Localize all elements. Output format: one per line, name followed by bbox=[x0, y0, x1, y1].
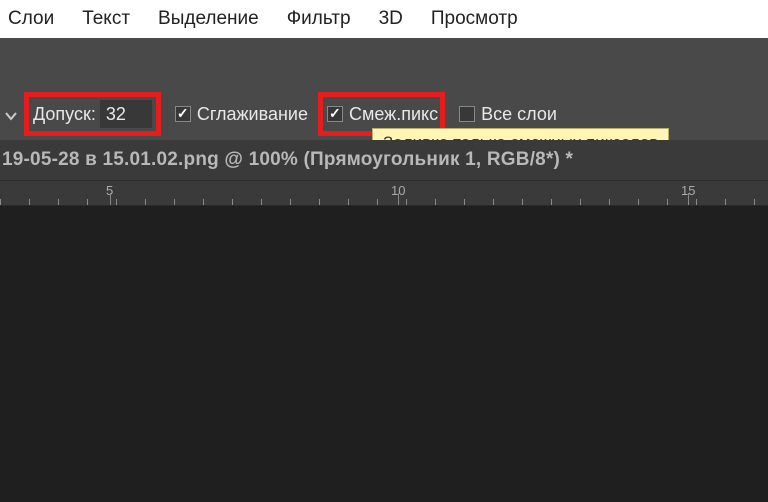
tool-options-bar: Допуск: Сглаживание Смеж.пикс Все слои З… bbox=[0, 88, 768, 140]
all-layers-label: Все слои bbox=[481, 104, 557, 125]
contiguous-label: Смеж.пикс bbox=[349, 104, 438, 125]
document-tab-bar: 19-05-28 в 15.01.02.png @ 100% (Прямоуго… bbox=[0, 140, 768, 180]
toolbar-spacer bbox=[0, 38, 768, 88]
tolerance-highlight: Допуск: bbox=[24, 92, 161, 136]
menu-selection[interactable]: Выделение bbox=[158, 8, 259, 30]
tolerance-input[interactable] bbox=[100, 100, 152, 128]
canvas[interactable] bbox=[0, 206, 768, 502]
antialias-checkbox[interactable] bbox=[175, 106, 191, 122]
main-menubar: Слои Текст Выделение Фильтр 3D Просмотр bbox=[0, 0, 768, 38]
all-layers-checkbox-group[interactable]: Все слои bbox=[459, 104, 557, 125]
document-title[interactable]: 19-05-28 в 15.01.02.png @ 100% (Прямоуго… bbox=[2, 149, 573, 171]
tolerance-label: Допуск: bbox=[33, 104, 96, 125]
menu-filter[interactable]: Фильтр bbox=[287, 8, 351, 30]
menu-text[interactable]: Текст bbox=[82, 8, 130, 30]
menu-3d[interactable]: 3D bbox=[379, 8, 403, 30]
horizontal-ruler: 5 10 15 bbox=[0, 180, 768, 206]
contiguous-checkbox-group[interactable]: Смеж.пикс bbox=[327, 104, 438, 125]
menu-view[interactable]: Просмотр bbox=[431, 8, 518, 30]
contiguous-checkbox[interactable] bbox=[327, 106, 343, 122]
antialias-checkbox-group[interactable]: Сглаживание bbox=[175, 104, 308, 125]
all-layers-checkbox[interactable] bbox=[459, 106, 475, 122]
chevron-down-icon[interactable] bbox=[4, 107, 18, 121]
menu-layers[interactable]: Слои bbox=[8, 8, 54, 30]
antialias-label: Сглаживание bbox=[197, 104, 308, 125]
